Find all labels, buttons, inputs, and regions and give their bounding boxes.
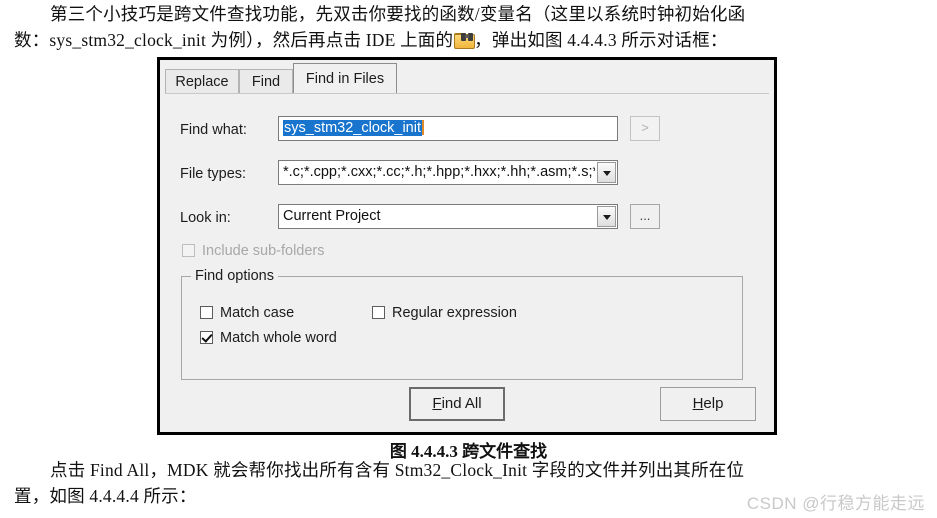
look-in-value: Current Project <box>283 208 381 224</box>
find-all-rest: ind All <box>441 395 482 412</box>
find-all-button[interactable]: Find All <box>409 387 505 421</box>
checkbox-checked-icon <box>200 331 213 344</box>
find-what-label: Find what: <box>180 122 247 138</box>
intro-line-2-part-a: 数：sys_stm32_clock_init 为例），然后再点击 IDE 上面的 <box>14 30 454 50</box>
csdn-watermark: CSDN @行稳方能走远 <box>746 494 925 513</box>
tab-find[interactable]: Find <box>239 69 293 93</box>
intro-paragraph: 第三个小技巧是跨文件查找功能，先双击你要找的函数/变量名（这里以系统时钟初始化函… <box>14 1 923 53</box>
file-types-label: File types: <box>180 166 247 182</box>
include-subfolders-checkbox[interactable]: Include sub-folders <box>182 243 325 259</box>
file-types-combobox[interactable]: *.c;*.cpp;*.cxx;*.cc;*.h;*.hpp;*.hxx;*.h… <box>278 160 618 185</box>
followup-line-2: 置，如图 4.4.4.4 所示： <box>14 486 197 506</box>
find-options-title: Find options <box>191 268 278 284</box>
binoculars-shape <box>461 32 474 42</box>
regular-expression-checkbox[interactable]: Regular expression <box>372 305 517 321</box>
find-in-files-dialog: Replace Find Find in Files Find what: sy… <box>157 57 777 435</box>
chevron-down-icon[interactable] <box>597 162 616 183</box>
help-button[interactable]: Help <box>660 387 756 421</box>
match-whole-word-label: Match whole word <box>220 330 337 346</box>
chevron-down-icon[interactable] <box>597 206 616 227</box>
match-case-label: Match case <box>220 305 295 321</box>
find-options-group <box>181 276 743 380</box>
intro-line-1: 第三个小技巧是跨文件查找功能，先双击你要找的函数/变量名（这里以系统时钟初始化函 <box>50 4 746 24</box>
checkbox-icon <box>182 244 195 257</box>
include-subfolders-label: Include sub-folders <box>202 243 325 259</box>
intro-line-2-part-b: ，弹出如图 4.4.4.3 所示对话框： <box>474 30 728 50</box>
help-accel: H <box>692 395 704 412</box>
find-what-input[interactable]: sys_stm32_clock_init <box>278 116 618 141</box>
regular-expression-label: Regular expression <box>392 305 517 321</box>
checkbox-icon <box>372 306 385 319</box>
tab-strip-divider <box>165 93 769 94</box>
find-all-accel: F <box>432 395 442 412</box>
tab-strip: Replace Find Find in Files <box>165 63 769 93</box>
look-in-label: Look in: <box>180 210 231 226</box>
match-whole-word-checkbox[interactable]: Match whole word <box>200 330 337 346</box>
find-what-more-button[interactable]: > <box>630 116 660 141</box>
followup-line-1: 点击 Find All，MDK 就会帮你找出所有含有 Stm32_Clock_I… <box>50 460 745 480</box>
find-in-files-icon <box>454 32 476 49</box>
tab-find-in-files[interactable]: Find in Files <box>293 63 397 93</box>
find-what-value-wrap: sys_stm32_clock_init <box>283 120 595 136</box>
find-what-value: sys_stm32_clock_init <box>283 120 422 136</box>
browse-folder-button[interactable]: ... <box>630 204 660 229</box>
text-caret <box>422 120 424 135</box>
tab-replace[interactable]: Replace <box>165 69 239 93</box>
help-rest: elp <box>703 395 724 412</box>
file-types-value: *.c;*.cpp;*.cxx;*.cc;*.h;*.hpp;*.hxx;*.h… <box>283 164 595 180</box>
match-case-checkbox[interactable]: Match case <box>200 305 294 321</box>
checkbox-icon <box>200 306 213 319</box>
look-in-combobox[interactable]: Current Project <box>278 204 618 229</box>
